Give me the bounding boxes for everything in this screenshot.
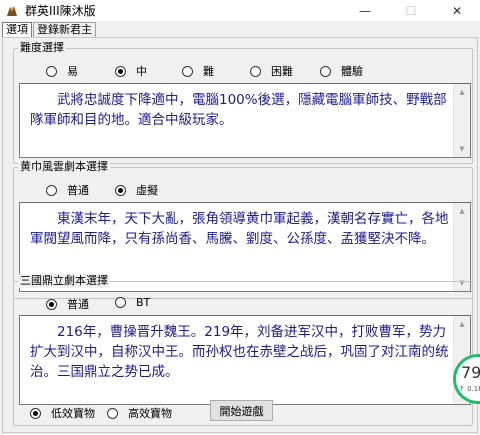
yellow-turban-description-text: 東漢末年，天下大亂，張角領導黄巾軍起義，漢朝名存實亡，各地軍閥望風而降，只有孫尚… — [30, 211, 449, 247]
radio-label: 普通 — [67, 298, 89, 311]
difficulty-group: 難度選擇 易 中 難 困難 體驗 武將忠誠度下降適中，電腦100%後選，隱藏電腦… — [13, 41, 473, 164]
difficulty-easy-radio[interactable]: 易 — [46, 63, 78, 79]
scrollbar[interactable]: ▲ ▼ — [453, 203, 470, 291]
scroll-up-icon[interactable]: ▲ — [454, 203, 470, 219]
speed-sub-value: ↑ 0.1K — [459, 385, 480, 393]
radio-circle[interactable] — [250, 65, 261, 77]
title-bar: 群英III陳沐版 — ☐ ✕ — [0, 0, 480, 21]
start-game-button[interactable]: 開始遊戲 — [210, 400, 273, 421]
yellow-turban-group-title: 黄巾風雲劇本選擇 — [18, 160, 110, 174]
difficulty-group-title: 難度選擇 — [18, 41, 66, 55]
three-kingdoms-group-title: 三國鼎立劇本選擇 — [18, 274, 110, 288]
tab-panel: 難度選擇 易 中 難 困難 體驗 武將忠誠度下降適中，電腦100%後選，隱藏電腦… — [2, 37, 478, 433]
radio-circle[interactable] — [46, 298, 57, 310]
three-kingdoms-description-text: 216年，曹操晋升魏王。219年，刘备进军汉中，打败曹军，势力扩大到汉中，自称汉… — [30, 324, 449, 380]
radio-circle[interactable] — [115, 184, 126, 196]
radio-circle[interactable] — [182, 65, 193, 77]
minimize-button[interactable]: — — [342, 0, 388, 21]
radio-circle[interactable] — [115, 297, 126, 308]
low-treasure-radio[interactable]: 低效寶物 — [30, 405, 95, 421]
radio-label: 虛擬 — [136, 184, 158, 197]
three-kingdoms-description[interactable]: 216年，曹操晋升魏王。219年，刘备进军汉中，打败曹军，势力扩大到汉中，自称汉… — [19, 315, 471, 405]
high-treasure-radio[interactable]: 高效寶物 — [107, 405, 172, 421]
radio-label: 高效寶物 — [128, 407, 172, 420]
difficulty-description-text: 武將忠誠度下降適中，電腦100%後選，隱藏電腦軍師技、野戰部隊軍師和目的地。適合… — [30, 92, 447, 128]
radio-circle[interactable] — [320, 65, 331, 77]
radio-circle[interactable] — [46, 65, 57, 77]
three-kingdoms-bt-radio[interactable]: BT — [115, 296, 150, 309]
radio-label: 低效寶物 — [51, 407, 95, 420]
scroll-up-icon[interactable]: ▲ — [454, 84, 470, 100]
difficulty-hard-radio[interactable]: 難 — [182, 63, 214, 79]
yellow-turban-normal-radio[interactable]: 普通 — [46, 182, 89, 198]
close-button[interactable]: ✕ — [434, 0, 480, 21]
speed-value: 79 — [461, 363, 480, 382]
radio-label: 中 — [136, 65, 147, 78]
maximize-button[interactable]: ☐ — [388, 0, 434, 21]
yellow-turban-virtual-radio[interactable]: 虛擬 — [115, 182, 158, 198]
radio-circle[interactable] — [107, 407, 118, 419]
three-kingdoms-normal-radio[interactable]: 普通 — [46, 296, 89, 312]
difficulty-description[interactable]: 武將忠誠度下降適中，電腦100%後選，隱藏電腦軍師技、野戰部隊軍師和目的地。適合… — [19, 83, 471, 158]
tab-register-lord[interactable]: 登錄新君主 — [33, 22, 96, 38]
radio-label: 普通 — [67, 184, 89, 197]
difficulty-experience-radio[interactable]: 體驗 — [320, 63, 363, 79]
app-icon — [5, 4, 19, 18]
radio-circle[interactable] — [46, 184, 57, 196]
difficulty-very-hard-radio[interactable]: 困難 — [250, 63, 293, 79]
scroll-down-icon[interactable]: ▼ — [454, 141, 470, 157]
radio-label: 困難 — [271, 65, 293, 78]
tab-strip: 選項 登錄新君主 — [2, 22, 97, 39]
radio-label: 易 — [67, 65, 78, 78]
scroll-up-icon[interactable]: ▲ — [454, 316, 470, 332]
radio-label: 難 — [203, 65, 214, 78]
scrollbar[interactable]: ▲ ▼ — [453, 84, 470, 157]
radio-label: 體驗 — [341, 65, 363, 78]
radio-label: BT — [136, 296, 151, 309]
difficulty-medium-radio[interactable]: 中 — [115, 63, 147, 79]
window-title: 群英III陳沐版 — [25, 4, 96, 18]
radio-circle[interactable] — [115, 65, 126, 77]
radio-circle[interactable] — [30, 407, 41, 419]
